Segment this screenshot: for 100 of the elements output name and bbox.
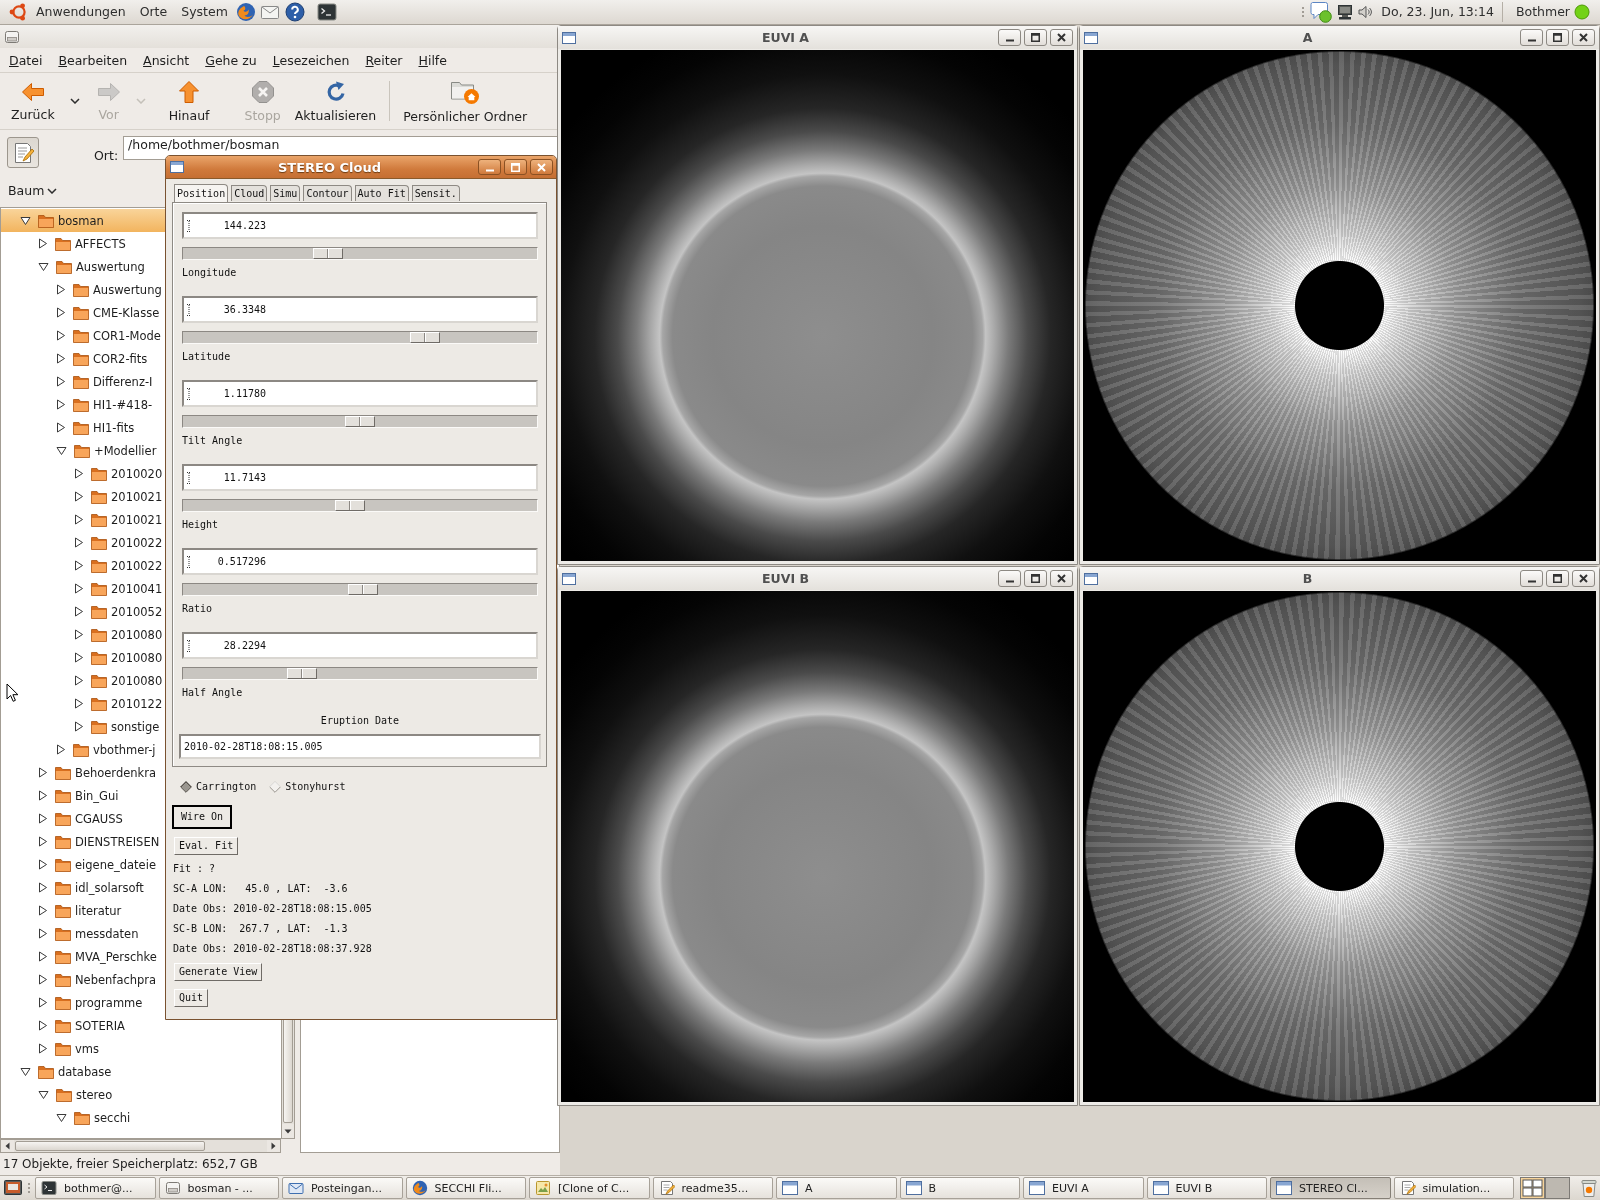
tree-item[interactable]: Bin_Gui bbox=[38, 784, 119, 807]
triangle-right-icon[interactable] bbox=[74, 491, 84, 502]
triangle-right-icon[interactable] bbox=[38, 882, 48, 893]
toolbar-button[interactable]: Persönlicher Ordner bbox=[396, 75, 535, 127]
panel-menu[interactable]: Orte bbox=[132, 1, 175, 23]
monitor-icon[interactable] bbox=[1337, 4, 1354, 20]
edit-toggle-button[interactable] bbox=[7, 137, 39, 168]
dialog-button[interactable]: Generate View bbox=[174, 963, 263, 981]
tree-item[interactable]: Nebenfachpra bbox=[38, 968, 157, 991]
tab[interactable]: Simu bbox=[270, 185, 301, 201]
triangle-right-icon[interactable] bbox=[74, 698, 84, 709]
panel-clock[interactable]: Do, 23. Jun, 13:14 bbox=[1381, 5, 1494, 19]
date-field[interactable]: 2010-02-28T18:08:15.005 bbox=[179, 734, 541, 759]
triangle-down-icon[interactable] bbox=[20, 215, 31, 226]
triangle-right-icon[interactable] bbox=[38, 767, 48, 778]
tree-item[interactable]: programme bbox=[38, 991, 143, 1014]
scrollbar-thumb[interactable] bbox=[15, 1141, 205, 1151]
triangle-down-icon[interactable] bbox=[20, 1066, 31, 1077]
tree-item[interactable]: 2010080 bbox=[74, 623, 163, 646]
triangle-right-icon[interactable] bbox=[38, 859, 48, 870]
triangle-down-icon[interactable] bbox=[38, 1089, 49, 1100]
maximize-button[interactable] bbox=[1546, 29, 1569, 46]
tree-item[interactable]: 2010052 bbox=[74, 600, 163, 623]
taskbar-button[interactable]: Posteingan... bbox=[282, 1177, 403, 1199]
taskbar-button[interactable]: EUVI B bbox=[1146, 1177, 1267, 1199]
maximize-button[interactable] bbox=[1546, 570, 1569, 587]
taskbar-button[interactable]: [Clone of C... bbox=[529, 1177, 650, 1199]
triangle-right-icon[interactable] bbox=[38, 836, 48, 847]
speaker-icon[interactable] bbox=[1358, 5, 1373, 19]
menu-item[interactable]: Lesezeichen bbox=[264, 49, 358, 71]
globe-icon[interactable] bbox=[235, 2, 256, 22]
triangle-right-icon[interactable] bbox=[56, 307, 66, 318]
panel-menu[interactable]: System bbox=[174, 1, 235, 23]
menu-item[interactable]: Gehe zu bbox=[197, 49, 265, 71]
tree-item[interactable]: 2010080 bbox=[74, 669, 163, 692]
tree-item[interactable]: HI1-fits bbox=[56, 416, 135, 439]
toolbar-button[interactable]: Aktualisieren bbox=[287, 75, 384, 127]
dialog-button[interactable]: Wire On bbox=[172, 805, 233, 829]
triangle-right-icon[interactable] bbox=[74, 537, 84, 548]
maximize-button[interactable] bbox=[504, 159, 527, 175]
tree-item[interactable]: MVA_Perschke bbox=[38, 945, 157, 968]
taskbar-button[interactable]: simulation... bbox=[1393, 1177, 1514, 1199]
taskbar-button[interactable]: A bbox=[776, 1177, 897, 1199]
taskbar-button[interactable]: bosman - ... bbox=[158, 1177, 279, 1199]
taskbar-button[interactable]: bothmer@... bbox=[35, 1177, 156, 1199]
horizontal-scrollbar[interactable] bbox=[0, 1139, 281, 1153]
tree-item[interactable]: literatur bbox=[38, 899, 122, 922]
menu-item[interactable]: Ansicht bbox=[135, 49, 198, 71]
window-icon[interactable] bbox=[562, 31, 576, 44]
slider-thumb[interactable] bbox=[286, 668, 317, 679]
triangle-right-icon[interactable] bbox=[38, 974, 48, 985]
tree-item[interactable]: AFFECTS bbox=[38, 232, 126, 255]
terminal-icon[interactable] bbox=[316, 3, 337, 21]
triangle-right-icon[interactable] bbox=[56, 284, 66, 295]
tree-item[interactable]: SOTERIA bbox=[38, 1014, 125, 1037]
triangle-right-icon[interactable] bbox=[38, 1043, 48, 1054]
triangle-right-icon[interactable] bbox=[38, 238, 48, 249]
tab[interactable]: Cloud bbox=[231, 185, 268, 201]
scroll-left-button[interactable] bbox=[1, 1140, 14, 1152]
help-icon[interactable] bbox=[284, 2, 305, 22]
close-button[interactable] bbox=[1572, 29, 1595, 46]
ring-logo-icon[interactable] bbox=[9, 2, 29, 22]
triangle-down-icon[interactable] bbox=[56, 1112, 67, 1123]
triangle-right-icon[interactable] bbox=[74, 583, 84, 594]
chat-bubble-icon[interactable] bbox=[1310, 1, 1333, 23]
triangle-right-icon[interactable] bbox=[74, 560, 84, 571]
window-icon[interactable] bbox=[562, 572, 576, 585]
tree-item[interactable]: Differenz-I bbox=[56, 370, 153, 393]
tree-item[interactable]: eigene_dateie bbox=[38, 853, 156, 876]
workspace-switcher-icon[interactable] bbox=[1520, 1177, 1570, 1199]
triangle-right-icon[interactable] bbox=[74, 721, 84, 732]
triangle-right-icon[interactable] bbox=[74, 629, 84, 640]
slider-thumb[interactable] bbox=[409, 332, 440, 343]
sidebar-selector[interactable]: Baum bbox=[3, 179, 63, 202]
tree-item[interactable]: 2010080 bbox=[74, 646, 163, 669]
triangle-right-icon[interactable] bbox=[38, 928, 48, 939]
tree-item[interactable]: CME-Klasse bbox=[56, 301, 160, 324]
triangle-right-icon[interactable] bbox=[74, 468, 84, 479]
minimize-button[interactable] bbox=[998, 29, 1021, 46]
drawer-icon[interactable] bbox=[4, 28, 20, 45]
tree-item[interactable]: Behoerdenkra bbox=[38, 761, 156, 784]
window-icon[interactable] bbox=[170, 161, 184, 173]
close-button[interactable] bbox=[530, 159, 553, 175]
tree-item[interactable]: secchi bbox=[56, 1106, 131, 1129]
triangle-right-icon[interactable] bbox=[74, 652, 84, 663]
tree-item[interactable]: DIENSTREISEN bbox=[38, 830, 160, 853]
triangle-right-icon[interactable] bbox=[38, 790, 48, 801]
show-desktop-icon[interactable] bbox=[3, 1178, 23, 1198]
close-button[interactable] bbox=[1050, 29, 1073, 46]
tab[interactable]: Contour bbox=[303, 185, 352, 201]
tab[interactable]: Auto Fit bbox=[354, 185, 409, 201]
radio-option[interactable]: Stonyhurst bbox=[269, 780, 346, 794]
triangle-right-icon[interactable] bbox=[38, 905, 48, 916]
tree-item[interactable]: 2010022 bbox=[74, 531, 163, 554]
taskbar-button[interactable]: STEREO Cl... bbox=[1270, 1177, 1391, 1199]
tree-item[interactable]: 2010041 bbox=[74, 577, 163, 600]
tree-item[interactable]: sonstige bbox=[74, 715, 160, 738]
tree-item[interactable]: CGAUSS bbox=[38, 807, 123, 830]
taskbar-button[interactable]: EUVI A bbox=[1023, 1177, 1144, 1199]
dialog-button[interactable]: Eval. Fit bbox=[174, 837, 239, 855]
